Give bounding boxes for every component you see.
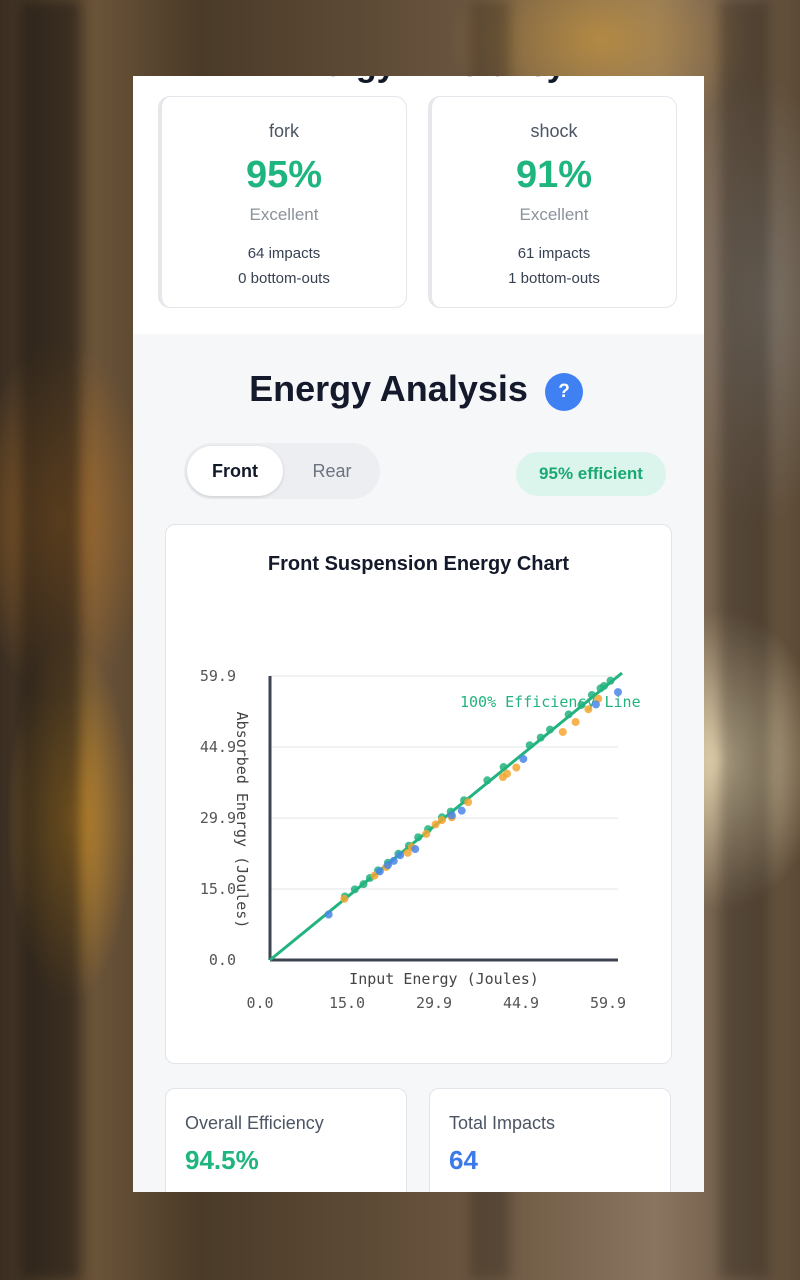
energy-chart-card: Front Suspension Energy Chart 0.0 15.0 29.… (165, 524, 672, 1064)
data-point (525, 741, 534, 750)
data-point (447, 811, 456, 820)
x-tick-label: 29.9 (416, 994, 452, 1012)
x-tick-label: 59.9 (590, 994, 626, 1012)
data-point (350, 885, 359, 894)
data-point (359, 880, 368, 889)
data-point (457, 806, 466, 815)
data-point (606, 676, 615, 685)
stat-value: 64 (449, 1145, 478, 1175)
data-point (519, 754, 528, 763)
y-tick-label: 29.9 (200, 809, 236, 827)
data-point (483, 776, 492, 785)
component-efficiency-percent: 91% (515, 154, 593, 196)
x-tick-label: 15.0 (329, 994, 365, 1012)
component-card-fork[interactable]: fork 95% Excellent 64 impacts 0 bottom-o… (158, 96, 407, 308)
x-axis-label: Input Energy (Joules) (349, 970, 539, 988)
component-summary-section: Energy Efficiency fork 95% Excellent 64 … (133, 76, 704, 334)
component-name: shock (530, 121, 578, 141)
data-point (324, 910, 333, 919)
y-tick-label: 0.0 (209, 951, 236, 969)
x-tick-label: 0.0 (246, 994, 273, 1012)
data-point (414, 833, 423, 842)
data-point (584, 705, 593, 714)
x-tick-label: 44.9 (503, 994, 539, 1012)
component-card-shock[interactable]: shock 91% Excellent 61 impacts 1 bottom-… (428, 96, 677, 308)
tab-front[interactable]: Front (187, 446, 283, 496)
data-point (512, 763, 521, 772)
data-point (340, 894, 349, 903)
component-impacts: 61 impacts (517, 245, 591, 262)
component-name: fork (268, 121, 299, 141)
data-point (411, 845, 420, 854)
data-point (558, 727, 567, 736)
data-point (571, 717, 580, 726)
data-point (503, 769, 512, 778)
stat-label: Overall Efficiency (185, 1113, 324, 1133)
efficiency-badge: 95% efficient (516, 452, 666, 496)
y-axis-label: Absorbed Energy (Joules) (233, 712, 251, 929)
component-rating: Excellent (249, 205, 319, 224)
stat-value: 94.5% (185, 1145, 259, 1175)
data-point (464, 798, 473, 807)
data-point (396, 851, 405, 860)
app-panel: Energy Efficiency fork 95% Excellent 64 … (133, 76, 704, 1192)
y-tick-label: 59.9 (200, 667, 236, 685)
reference-line-label: 100% Efficiency Line (460, 693, 641, 711)
component-impacts: 64 impacts (247, 245, 321, 262)
section-title-partial: Energy Efficiency (233, 76, 613, 85)
data-point (591, 700, 600, 709)
component-efficiency-percent: 95% (245, 154, 323, 196)
total-impacts-card: Total Impacts 64 (429, 1088, 671, 1192)
data-point (614, 688, 622, 697)
help-icon[interactable]: ? (545, 373, 583, 411)
data-point (564, 710, 573, 719)
overall-efficiency-card: Overall Efficiency 94.5% (165, 1088, 407, 1192)
stat-label: Total Impacts (449, 1113, 556, 1133)
energy-scatter-chart: 0.0 15.0 29.9 44.9 59.9 0.0 15.0 29.9 44.9 59.9 In… (200, 667, 641, 1012)
y-tick-label: 15.0 (200, 880, 236, 898)
component-rating: Excellent (519, 205, 589, 224)
data-point (536, 733, 545, 742)
data-point (437, 816, 446, 825)
front-rear-toggle: Front Rear (184, 443, 380, 499)
tab-rear[interactable]: Rear (284, 446, 380, 496)
data-point (546, 725, 555, 734)
data-point (389, 856, 398, 865)
data-point (422, 829, 431, 838)
data-point (577, 700, 586, 709)
data-point (375, 867, 384, 876)
data-point (600, 681, 609, 690)
component-bottom-outs: 0 bottom-outs (238, 270, 330, 287)
component-bottom-outs: 1 bottom-outs (508, 270, 600, 287)
y-tick-label: 44.9 (200, 738, 236, 756)
